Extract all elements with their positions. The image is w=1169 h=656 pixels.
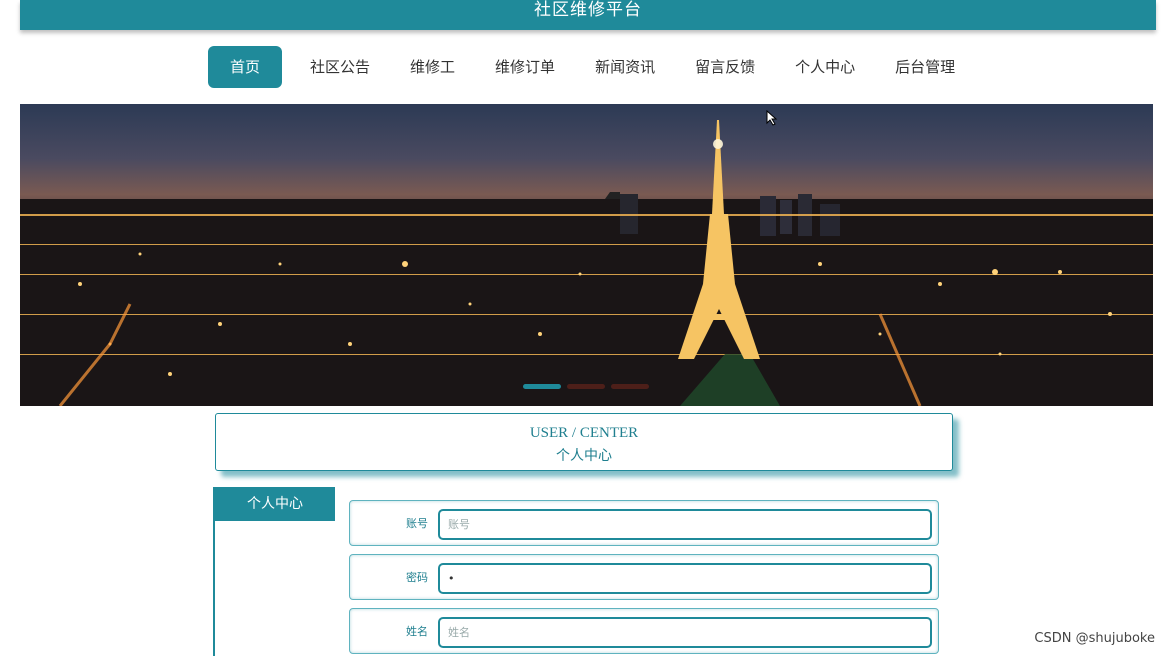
sidebar: 个人中心: [213, 487, 335, 656]
section-title-chinese: 个人中心: [556, 448, 612, 464]
site-header: 社区维修平台: [20, 0, 1156, 30]
carousel-indicators: [523, 384, 649, 389]
password-input[interactable]: [438, 563, 932, 594]
mouse-cursor-icon: [766, 110, 778, 126]
carousel-dot-3[interactable]: [611, 384, 649, 389]
nav-item-repairmen[interactable]: 维修工: [390, 46, 475, 88]
main-nav: 首页 社区公告 维修工 维修订单 新闻资讯 留言反馈 个人中心 后台管理: [208, 46, 975, 88]
carousel-dot-1[interactable]: [523, 384, 561, 389]
banner-image: [20, 120, 1153, 406]
form-row-password: 密码: [349, 554, 939, 600]
form-row-name: 姓名: [349, 608, 939, 654]
password-label: 密码: [406, 571, 428, 584]
section-title-box: USER / CENTER 个人中心: [215, 413, 953, 471]
nav-item-admin[interactable]: 后台管理: [875, 46, 975, 88]
nav-item-feedback[interactable]: 留言反馈: [675, 46, 775, 88]
nav-item-user-center[interactable]: 个人中心: [775, 46, 875, 88]
carousel-dot-2[interactable]: [567, 384, 605, 389]
form-row-account: 账号: [349, 500, 939, 546]
nav-item-home[interactable]: 首页: [208, 46, 283, 88]
profile-form: 账号 密码 姓名: [349, 500, 939, 656]
nav-item-news[interactable]: 新闻资讯: [575, 46, 675, 88]
site-title: 社区维修平台: [534, 0, 642, 20]
account-label: 账号: [406, 517, 428, 530]
account-input[interactable]: [438, 509, 932, 540]
sidebar-header[interactable]: 个人中心: [215, 487, 335, 521]
name-label: 姓名: [406, 625, 428, 638]
name-input[interactable]: [438, 617, 932, 648]
nav-item-repair-orders[interactable]: 维修订单: [475, 46, 575, 88]
nav-item-announcements[interactable]: 社区公告: [290, 46, 390, 88]
banner-carousel[interactable]: [20, 104, 1153, 406]
watermark: CSDN @shujuboke: [1034, 631, 1155, 646]
section-title-english: USER / CENTER: [529, 425, 639, 441]
